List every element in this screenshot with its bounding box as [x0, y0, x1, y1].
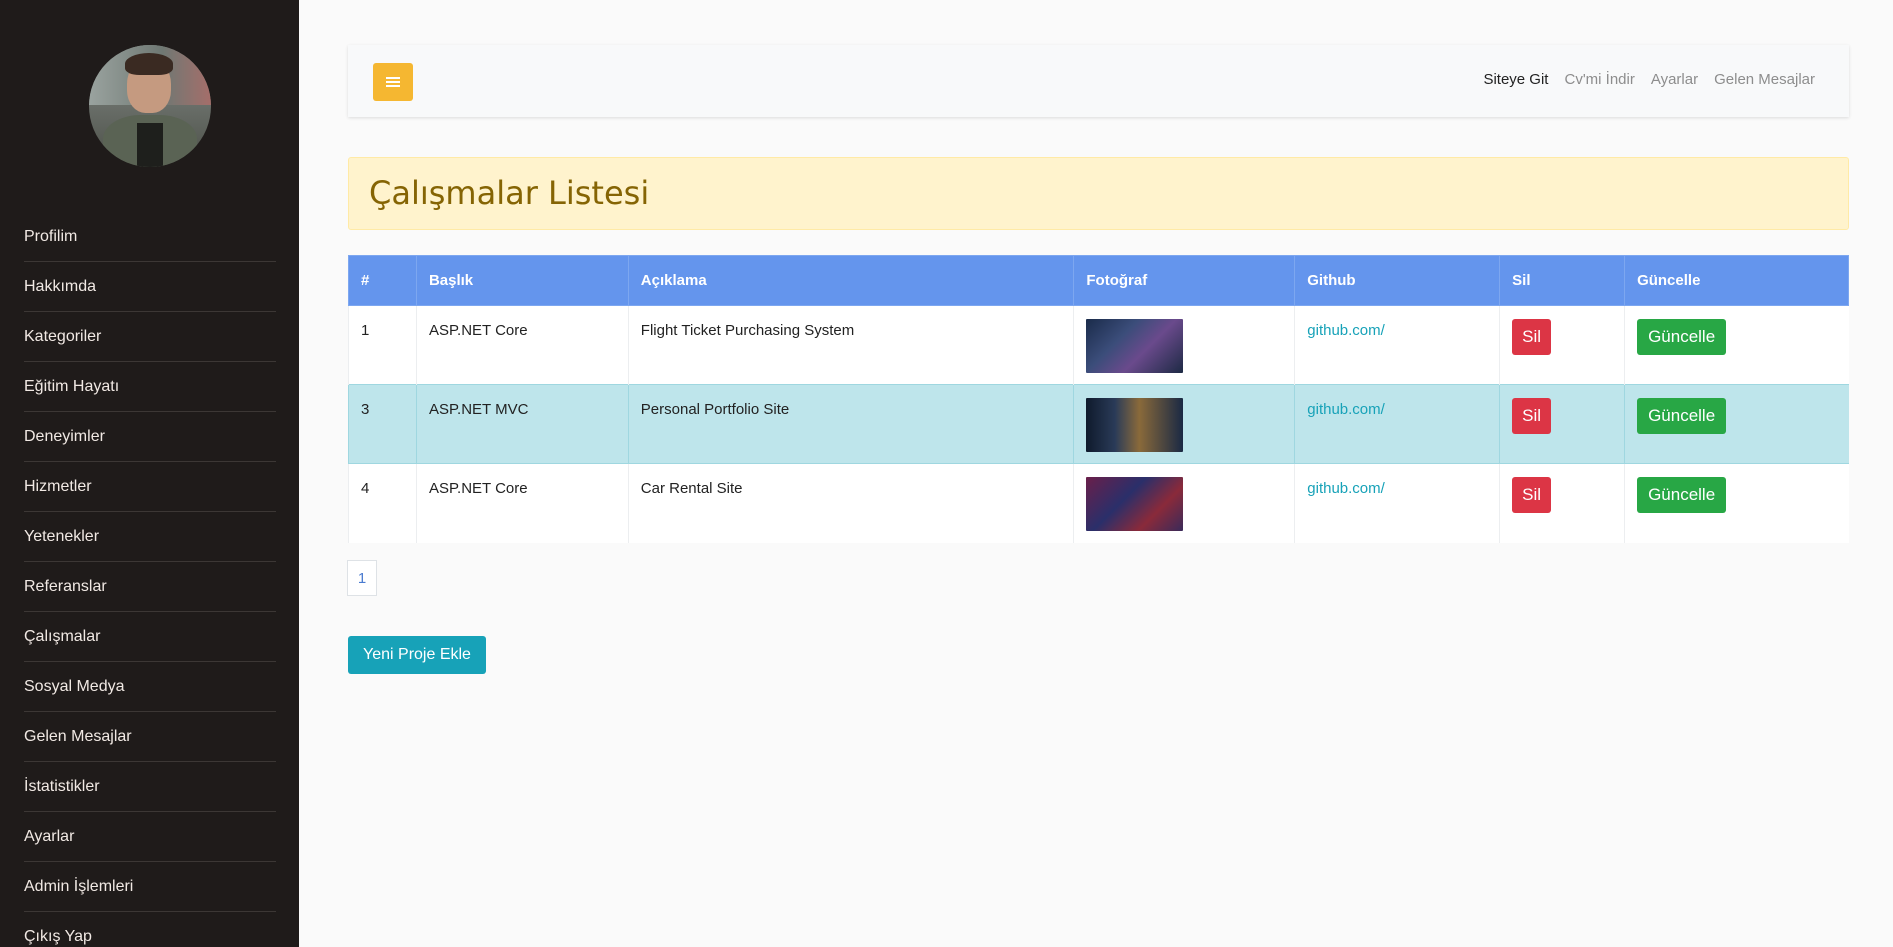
sidebar-item-deneyimler[interactable]: Deneyimler	[24, 412, 276, 462]
nav-link-ayarlar[interactable]: Ayarlar	[1651, 71, 1698, 88]
cell-description: Flight Ticket Purchasing System	[627, 305, 1074, 385]
project-thumbnail	[1086, 477, 1184, 531]
add-project-label: Yeni Proje Ekle	[363, 646, 471, 663]
sidebar-item-label: Referanslar	[24, 577, 107, 595]
column-header: Sil	[1499, 255, 1626, 306]
cell-delete: Sil	[1499, 463, 1625, 543]
project-thumbnail	[1086, 319, 1184, 373]
table-row: 1 ASP.NET Core Flight Ticket Purchasing …	[348, 305, 1849, 385]
sidebar-item-label: Hizmetler	[24, 477, 92, 495]
column-header: Başlık	[415, 255, 629, 306]
table-row: 3 ASP.NET MVC Personal Portfolio Site gi…	[348, 384, 1849, 464]
hamburger-icon	[386, 77, 400, 87]
page-title: Çalışmalar Listesi	[369, 174, 650, 212]
sidebar-item-profilim[interactable]: Profilim	[24, 212, 276, 262]
cell-title: ASP.NET Core	[415, 463, 629, 543]
nav-link-siteye-git[interactable]: Siteye Git	[1483, 71, 1548, 88]
sidebar-item-cikis-yap[interactable]: Çıkış Yap	[24, 912, 276, 947]
cell-update: Güncelle	[1624, 305, 1849, 385]
github-link[interactable]: github.com/	[1307, 401, 1385, 418]
cell-delete: Sil	[1499, 384, 1625, 464]
pagination-page-1[interactable]: 1	[347, 560, 377, 596]
cell-photo	[1073, 463, 1295, 543]
update-button[interactable]: Güncelle	[1637, 477, 1727, 513]
page-title-banner: Çalışmalar Listesi	[348, 157, 1849, 230]
update-button[interactable]: Güncelle	[1637, 398, 1727, 434]
sidebar-item-label: İstatistikler	[24, 777, 100, 795]
sidebar-item-admin-islemleri[interactable]: Admin İşlemleri	[24, 862, 276, 912]
table-row: 4 ASP.NET Core Car Rental Site github.co…	[348, 463, 1849, 543]
sidebar-item-label: Gelen Mesajlar	[24, 727, 132, 745]
table-header-row: # Başlık Açıklama Fotoğraf Github Sil Gü…	[348, 255, 1849, 306]
cell-description: Car Rental Site	[627, 463, 1074, 543]
sidebar-item-sosyal-medya[interactable]: Sosyal Medya	[24, 662, 276, 712]
cell-github: github.com/	[1294, 305, 1500, 385]
cell-id: 1	[348, 305, 417, 385]
add-project-button[interactable]: Yeni Proje Ekle	[348, 636, 486, 674]
cell-delete: Sil	[1499, 305, 1625, 385]
cell-photo	[1073, 384, 1295, 464]
sidebar-item-label: Admin İşlemleri	[24, 877, 134, 895]
projects-table: # Başlık Açıklama Fotoğraf Github Sil Gü…	[348, 255, 1849, 543]
avatar	[89, 45, 211, 167]
sidebar-item-label: Sosyal Medya	[24, 677, 125, 695]
cell-title: ASP.NET MVC	[415, 384, 629, 464]
column-header: Açıklama	[627, 255, 1075, 306]
cell-update: Güncelle	[1624, 463, 1849, 543]
update-button[interactable]: Güncelle	[1637, 319, 1727, 355]
sidebar-item-ayarlar[interactable]: Ayarlar	[24, 812, 276, 862]
sidebar-item-label: Çıkış Yap	[24, 928, 92, 945]
cell-title: ASP.NET Core	[415, 305, 629, 385]
github-link[interactable]: github.com/	[1307, 480, 1385, 497]
cell-id: 3	[348, 384, 417, 464]
sidebar-item-egitim-hayati[interactable]: Eğitim Hayatı	[24, 362, 276, 412]
nav-link-gelen-mesajlar[interactable]: Gelen Mesajlar	[1714, 71, 1815, 88]
top-navbar: Siteye Git Cv'mi İndir Ayarlar Gelen Mes…	[348, 45, 1849, 117]
sidebar-item-istatistikler[interactable]: İstatistikler	[24, 762, 276, 812]
cell-github: github.com/	[1294, 463, 1500, 543]
nav-link-cv-indir[interactable]: Cv'mi İndir	[1564, 71, 1634, 88]
sidebar-item-label: Ayarlar	[24, 827, 75, 845]
delete-button[interactable]: Sil	[1512, 319, 1552, 355]
sidebar-item-referanslar[interactable]: Referanslar	[24, 562, 276, 612]
sidebar-toggle-button[interactable]	[373, 63, 413, 101]
sidebar-item-yetenekler[interactable]: Yetenekler	[24, 512, 276, 562]
sidebar-item-label: Yetenekler	[24, 527, 100, 545]
sidebar-item-label: Eğitim Hayatı	[24, 377, 120, 395]
delete-button[interactable]: Sil	[1512, 477, 1552, 513]
sidebar-item-hizmetler[interactable]: Hizmetler	[24, 462, 276, 512]
sidebar-item-label: Deneyimler	[24, 427, 105, 445]
column-header: Güncelle	[1624, 255, 1849, 306]
page-number: 1	[357, 569, 367, 587]
cell-photo	[1073, 305, 1295, 385]
top-nav: Siteye Git Cv'mi İndir Ayarlar Gelen Mes…	[1483, 71, 1815, 88]
sidebar-item-label: Çalışmalar	[24, 627, 101, 645]
github-link[interactable]: github.com/	[1307, 322, 1385, 339]
sidebar-item-label: Kategoriler	[24, 327, 102, 345]
sidebar-item-calismalar[interactable]: Çalışmalar	[24, 612, 276, 662]
sidebar: Profilim Hakkımda Kategoriler Eğitim Hay…	[0, 0, 299, 947]
cell-github: github.com/	[1294, 384, 1500, 464]
sidebar-menu: Profilim Hakkımda Kategoriler Eğitim Hay…	[24, 212, 276, 947]
sidebar-item-label: Profilim	[24, 227, 78, 245]
column-header: Fotoğraf	[1073, 255, 1296, 306]
column-header: #	[348, 255, 417, 306]
column-header: Github	[1294, 255, 1501, 306]
sidebar-item-label: Hakkımda	[24, 277, 97, 295]
sidebar-item-kategoriler[interactable]: Kategoriler	[24, 312, 276, 362]
sidebar-item-hakkimda[interactable]: Hakkımda	[24, 262, 276, 312]
sidebar-item-gelen-mesajlar[interactable]: Gelen Mesajlar	[24, 712, 276, 762]
project-thumbnail	[1086, 398, 1184, 452]
cell-id: 4	[348, 463, 417, 543]
cell-description: Personal Portfolio Site	[627, 384, 1074, 464]
delete-button[interactable]: Sil	[1512, 398, 1552, 434]
cell-update: Güncelle	[1624, 384, 1849, 464]
